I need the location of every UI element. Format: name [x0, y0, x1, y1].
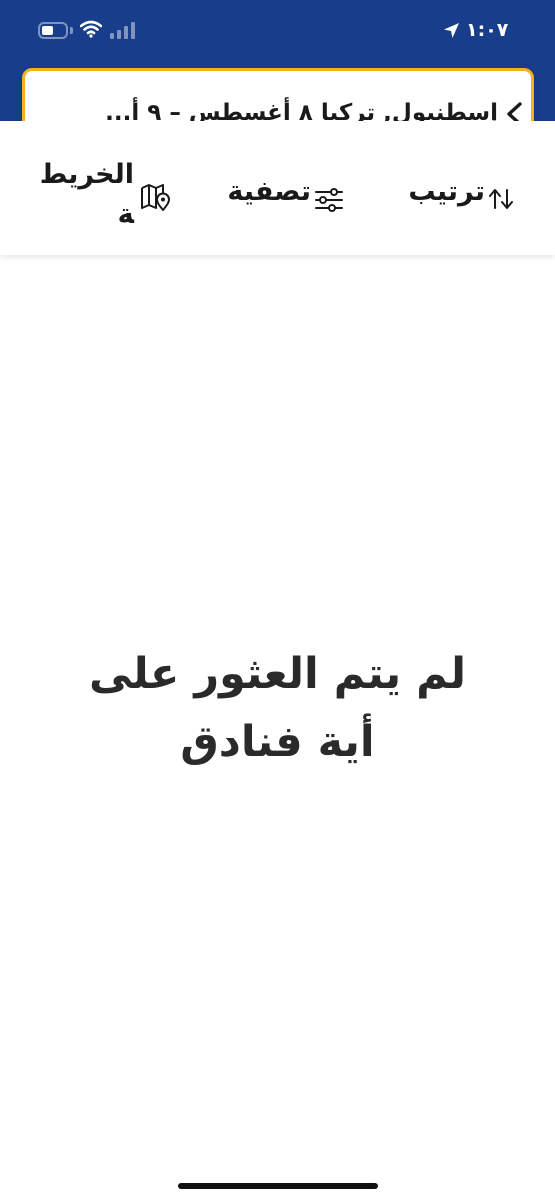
sort-arrows-icon — [489, 189, 513, 209]
map-label: الخريطة — [41, 159, 134, 230]
no-results-message: لم يتم العثور على أية فنادق — [88, 649, 467, 767]
battery-icon — [38, 22, 68, 39]
filter-label: تصفية — [227, 176, 311, 207]
results-toolbar: ترتيب تصفية الخريطة — [0, 121, 555, 255]
battery-tip — [70, 27, 73, 34]
sort-label: ترتيب — [408, 176, 485, 207]
status-bar: ١:٠٧ — [0, 0, 555, 64]
location-arrow-icon — [444, 23, 459, 38]
cellular-signal-icon — [110, 22, 135, 39]
map-pin-icon — [141, 184, 170, 211]
wifi-icon — [80, 20, 102, 38]
status-time: ١:٠٧ — [466, 19, 509, 41]
filter-sliders-icon — [315, 188, 343, 212]
home-indicator[interactable] — [178, 1183, 378, 1189]
